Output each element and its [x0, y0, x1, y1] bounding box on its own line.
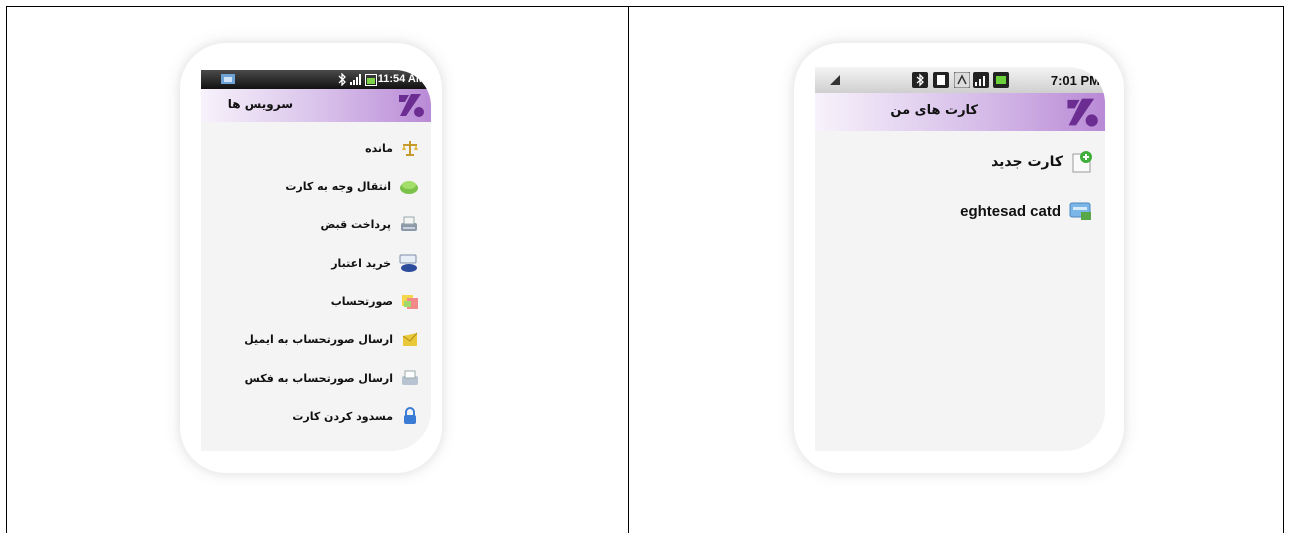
- list-item[interactable]: پرداخت قبض: [321, 212, 420, 236]
- list-item-label: eghtesad catd: [960, 202, 1061, 220]
- bank-card-icon: [1069, 202, 1091, 220]
- signal-bars-icon: [973, 72, 989, 88]
- list-item-label: صورتحساب: [330, 294, 393, 308]
- bluetooth-icon: [338, 73, 346, 86]
- usb-icon: [954, 72, 970, 88]
- battery-icon: [365, 74, 377, 86]
- list-item-new-card[interactable]: کارت جدید: [991, 147, 1093, 177]
- notification-icon: [221, 74, 235, 84]
- lock-icon: [404, 407, 416, 424]
- right-app-header: کارت های من: [815, 93, 1105, 132]
- left-phone-screen: 11:54 AM سرویس ها مانده انتقال وجه به کا…: [201, 70, 431, 451]
- scale-icon: [402, 141, 418, 156]
- list-item-card[interactable]: eghtesad catd: [960, 196, 1093, 226]
- services-list: مانده انتقال وجه به کارت پرداخت قبض خرید…: [201, 122, 431, 451]
- list-item-label: مسدود کردن کارت: [292, 409, 393, 423]
- bluetooth-icon: [912, 72, 928, 88]
- list-item-label: خرید اعتبار: [331, 256, 391, 270]
- list-item[interactable]: مسدود کردن کارت: [292, 404, 419, 428]
- left-app-header: سرویس ها: [201, 89, 431, 123]
- list-item[interactable]: ارسال صورتحساب به ایمیل: [244, 327, 419, 351]
- status-time: 11:54 AM: [377, 73, 425, 85]
- list-item-label: ارسال صورتحساب به فکس: [244, 371, 393, 385]
- status-time: 7:01 PM: [1050, 73, 1100, 88]
- right-phone-screen: 7:01 PM کارت های من کارت جدید eghtesad c…: [815, 67, 1105, 451]
- signal-icon: [830, 75, 840, 85]
- list-item[interactable]: صورتحساب: [331, 289, 419, 313]
- list-item-label: پرداخت قبض: [320, 217, 392, 231]
- fax-icon: [402, 370, 418, 385]
- list-item[interactable]: ارسال صورتحساب به فکس: [245, 366, 419, 390]
- cards-list: کارت جدید eghtesad catd: [815, 131, 1105, 451]
- left-status-bar: 11:54 AM: [201, 70, 431, 89]
- list-item[interactable]: خرید اعتبار: [331, 251, 419, 275]
- printer-icon: [401, 216, 417, 231]
- envelope-icon: [402, 332, 418, 346]
- signal-icon: [350, 74, 361, 85]
- list-item[interactable]: مانده: [365, 136, 419, 160]
- list-item-label: انتقال وجه به کارت: [285, 179, 391, 193]
- new-card-icon: [1072, 151, 1092, 173]
- right-status-bar: 7:01 PM: [815, 67, 1105, 93]
- bank-logo-icon: [1067, 98, 1098, 127]
- list-item[interactable]: انتقال وجه به کارت: [285, 174, 419, 198]
- list-item-label: ارسال صورتحساب به ایمیل: [244, 332, 393, 346]
- page-title: سرویس ها: [227, 97, 293, 111]
- list-item-label: مانده: [365, 141, 393, 155]
- list-item-label: کارت جدید: [991, 154, 1063, 170]
- scratch-card-icon: [399, 254, 417, 272]
- notes-icon: [402, 295, 418, 309]
- panel-divider: [628, 6, 629, 533]
- money-icon: [400, 181, 418, 194]
- page-title: کارت های من: [890, 103, 978, 118]
- battery-icon: [993, 72, 1009, 88]
- bank-logo-icon: [399, 94, 424, 117]
- sd-card-icon: [933, 72, 949, 88]
